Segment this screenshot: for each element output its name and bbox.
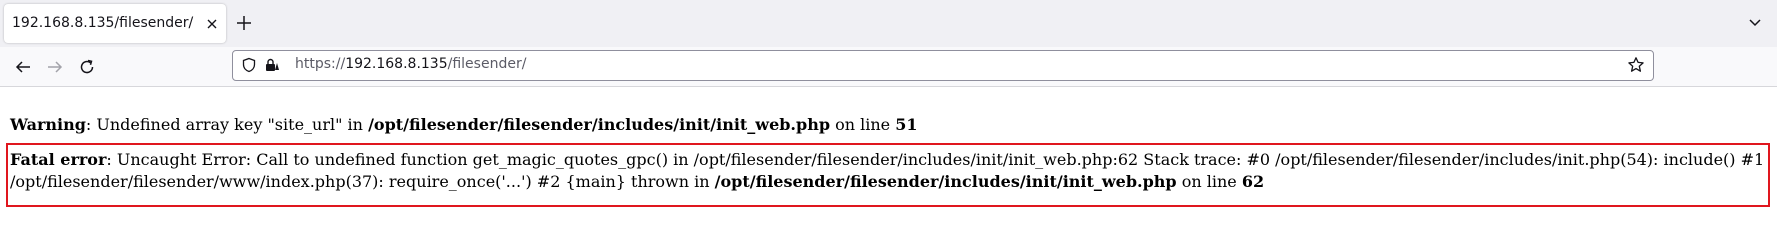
php-warning-message: Warning: Undefined array key "site_url" … xyxy=(10,114,917,136)
page-content: Warning: Undefined array key "site_url" … xyxy=(0,87,1777,244)
tab-title: 192.168.8.135/filesender/ xyxy=(12,15,194,31)
tab-strip: 192.168.8.135/filesender/ xyxy=(0,0,1777,47)
warning-on-line: on line xyxy=(830,115,896,134)
navigation-toolbar: https://192.168.8.135/filesender/ xyxy=(0,47,1777,87)
forward-arrow-icon[interactable] xyxy=(46,58,64,76)
fatal-line-number: 62 xyxy=(1241,172,1265,191)
php-fatal-error-message: Fatal error: Uncaught Error: Call to und… xyxy=(10,149,1770,193)
new-tab-icon[interactable] xyxy=(235,14,253,32)
reload-icon[interactable] xyxy=(78,58,96,76)
warning-line-number: 51 xyxy=(895,115,918,134)
back-arrow-icon[interactable] xyxy=(14,58,32,76)
fatal-on-line: on line xyxy=(1176,172,1242,191)
fatal-file: /opt/filesender/filesender/includes/init… xyxy=(714,172,1177,191)
tab-active[interactable]: 192.168.8.135/filesender/ xyxy=(4,4,226,43)
shield-icon[interactable] xyxy=(241,57,257,73)
url-path: /filesender/ xyxy=(447,56,527,72)
url-host: 192.168.8.135 xyxy=(345,56,448,72)
url-text[interactable]: https://192.168.8.135/filesender/ xyxy=(295,56,526,72)
fatal-message-line1: : Uncaught Error: Call to undefined func… xyxy=(106,150,1765,169)
lock-warning-icon[interactable] xyxy=(264,57,280,73)
fatal-label: Fatal error xyxy=(10,150,107,169)
address-bar[interactable]: https://192.168.8.135/filesender/ xyxy=(232,50,1654,81)
list-all-tabs-icon[interactable] xyxy=(1748,17,1762,29)
warning-label: Warning xyxy=(10,115,86,134)
fatal-message-line2: /opt/filesender/filesender/www/index.php… xyxy=(10,172,715,191)
url-scheme: https:// xyxy=(295,56,346,72)
warning-file: /opt/filesender/filesender/includes/init… xyxy=(368,115,831,134)
bookmark-star-icon[interactable] xyxy=(1627,56,1645,74)
close-icon[interactable] xyxy=(204,16,220,32)
warning-text: : Undefined array key "site_url" in xyxy=(85,115,369,134)
